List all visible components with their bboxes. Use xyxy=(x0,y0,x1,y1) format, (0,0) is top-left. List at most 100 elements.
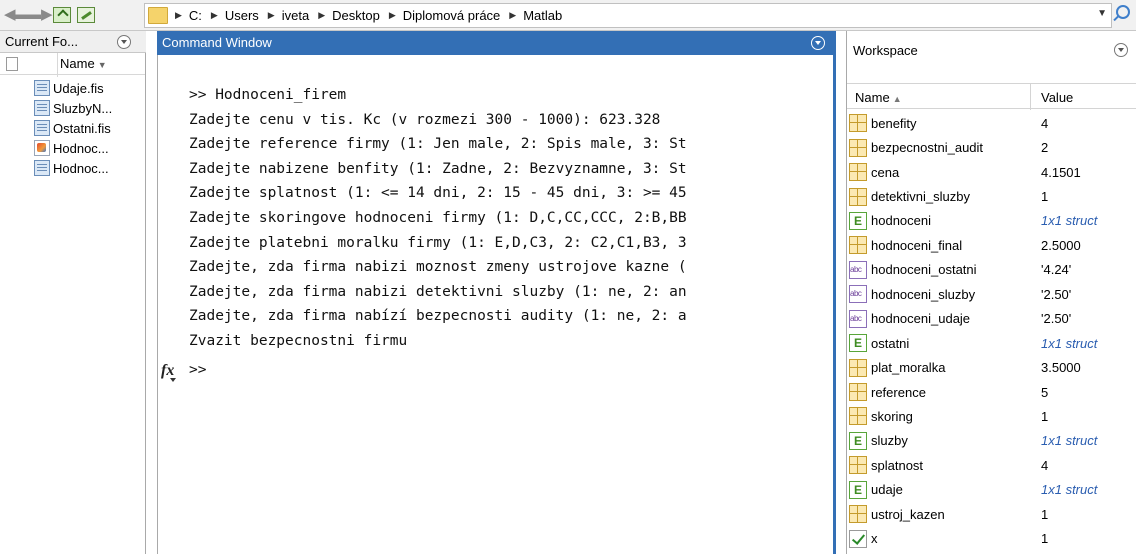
variable-name: detektivni_sluzby xyxy=(871,189,970,205)
variable-row[interactable]: udaje 1x1 struct xyxy=(847,478,1136,502)
value-column-header[interactable]: Value xyxy=(1041,90,1073,105)
file-item[interactable]: SluzbyN... xyxy=(34,98,146,118)
variable-value: 4.1501 xyxy=(1041,164,1081,180)
char-variable-icon xyxy=(849,309,867,328)
variable-value: 4 xyxy=(1041,457,1049,473)
command-output-line: Zadejte reference firmy (1: Jen male, 2:… xyxy=(189,136,687,153)
numeric-variable-icon xyxy=(849,407,867,426)
variable-name: reference xyxy=(871,384,926,400)
name-column-header[interactable]: Name ▼ xyxy=(60,56,107,71)
variable-row[interactable]: sluzby 1x1 struct xyxy=(847,429,1136,453)
command-output-line: Zadejte nabizene benfity (1: Zadne, 2: B… xyxy=(189,160,687,177)
variable-value: 1 xyxy=(1041,531,1049,547)
breadcrumb-item[interactable]: Diplomová práce xyxy=(403,8,501,23)
file-name: Udaje.fis xyxy=(53,80,104,96)
variable-value: 2.5000 xyxy=(1041,237,1081,253)
breadcrumb-item[interactable]: Desktop xyxy=(332,8,380,23)
char-variable-icon xyxy=(849,285,867,304)
variable-row[interactable]: bezpecnostni_audit 2 xyxy=(847,135,1136,159)
breadcrumb-item[interactable]: Matlab xyxy=(523,8,562,23)
file-item[interactable]: Udaje.fis xyxy=(34,78,146,98)
variable-value: 1x1 struct xyxy=(1041,482,1098,498)
variable-row[interactable]: reference 5 xyxy=(847,380,1136,404)
command-output-line: Zvazit bezpecnostni firmu xyxy=(189,332,408,349)
function-browser-icon[interactable]: fx xyxy=(161,362,177,382)
variable-row[interactable]: detektivni_sluzby 1 xyxy=(847,184,1136,208)
command-output-line: Zadejte, zda firma nabizi detektivni slu… xyxy=(189,283,687,300)
variable-row[interactable]: ustroj_kazen 1 xyxy=(847,502,1136,526)
panel-menu-icon[interactable] xyxy=(811,36,825,50)
breadcrumb-item[interactable]: Users xyxy=(225,8,259,23)
chevron-right-icon[interactable]: ▶ xyxy=(211,10,218,21)
variable-row[interactable]: hodnoceni 1x1 struct xyxy=(847,209,1136,233)
numeric-variable-icon xyxy=(849,358,867,377)
variable-row[interactable]: x1 xyxy=(847,526,1136,550)
variable-value: 3.5000 xyxy=(1041,360,1081,376)
up-folder-icon[interactable] xyxy=(53,7,71,23)
command-window-panel: Command Window >> Hodnoceni_firem Zadejte… xyxy=(147,31,836,554)
numeric-variable-icon xyxy=(849,138,867,157)
name-column-header[interactable]: Name ▲ xyxy=(855,90,902,105)
breadcrumb-item[interactable]: C: xyxy=(189,8,202,23)
address-bar[interactable]: ▶ C: ▶ Users ▶ iveta ▶ Desktop ▶ Diplomová práce ▶… xyxy=(144,3,1112,28)
variable-value: 1x1 struct xyxy=(1041,213,1098,229)
breadcrumb-item[interactable]: iveta xyxy=(282,8,309,23)
file-name: SluzbyN... xyxy=(53,100,113,116)
variable-name: udaje xyxy=(871,482,903,498)
variable-row[interactable]: skoring 1 xyxy=(847,404,1136,428)
variable-name: hodnoceni_udaje xyxy=(871,311,971,327)
file-icon xyxy=(34,160,50,176)
command-output-line: Zadejte cenu v tis. Kc (v rozmezi 300 - … xyxy=(189,111,661,128)
forward-arrow-icon[interactable]: ▬▶ xyxy=(26,7,53,23)
numeric-variable-icon xyxy=(849,187,867,206)
variable-name: sluzby xyxy=(871,433,908,449)
variable-name: hodnoceni xyxy=(871,213,931,229)
variable-value: 5 xyxy=(1041,384,1049,400)
variable-row[interactable]: ostatni 1x1 struct xyxy=(847,331,1136,355)
workspace-panel: Workspace Name ▲ Value benefity 4 bezpecnos… xyxy=(846,31,1136,554)
variable-value: 2 xyxy=(1041,140,1049,156)
search-icon[interactable] xyxy=(1116,5,1130,19)
variable-row[interactable]: splatnost 4 xyxy=(847,453,1136,477)
file-icon xyxy=(34,100,50,116)
panel-menu-icon[interactable] xyxy=(117,35,131,49)
sort-asc-icon: ▲ xyxy=(892,94,902,104)
workspace-title[interactable]: Workspace xyxy=(847,40,1136,62)
variable-row[interactable]: hodnoceni_sluzby '2.50' xyxy=(847,282,1136,306)
file-item[interactable]: Ostatni.fis xyxy=(34,118,146,138)
struct-variable-icon xyxy=(849,480,867,499)
variable-row[interactable]: hodnoceni_final 2.5000 xyxy=(847,233,1136,257)
file-name: Hodnoc... xyxy=(53,160,109,176)
workspace-table-header: Name ▲ Value xyxy=(847,83,1136,110)
chevron-down-icon[interactable]: ▼ xyxy=(1097,8,1107,19)
variable-value: '4.24' xyxy=(1041,262,1072,278)
chevron-right-icon[interactable]: ▶ xyxy=(509,10,516,21)
chevron-right-icon[interactable]: ▶ xyxy=(389,10,396,21)
variable-name: hodnoceni_sluzby xyxy=(871,286,976,302)
browse-folder-icon[interactable] xyxy=(77,7,95,23)
variable-row[interactable]: cena 4.1501 xyxy=(847,160,1136,184)
command-prompt[interactable]: >> xyxy=(189,362,206,378)
variable-name: skoring xyxy=(871,408,913,424)
variable-name: hodnoceni_final xyxy=(871,237,963,253)
command-window-title[interactable]: Command Window xyxy=(157,31,836,55)
numeric-variable-icon xyxy=(849,114,867,133)
chevron-right-icon[interactable]: ▶ xyxy=(268,10,275,21)
variable-row[interactable]: hodnoceni_ostatni '4.24' xyxy=(847,258,1136,282)
file-list-header: Name ▼ xyxy=(0,53,145,75)
current-folder-panel: Current Fo... Name ▼ Udaje.fis SluzbyN... O… xyxy=(0,31,146,554)
variable-name: bezpecnostni_audit xyxy=(871,140,984,156)
chevron-right-icon[interactable]: ▶ xyxy=(318,10,325,21)
variable-value: '2.50' xyxy=(1041,286,1072,302)
file-name: Ostatni.fis xyxy=(53,120,111,136)
panel-menu-icon[interactable] xyxy=(1114,43,1128,57)
chevron-right-icon[interactable]: ▶ xyxy=(175,10,182,21)
variable-row[interactable]: benefity 4 xyxy=(847,111,1136,135)
variable-row[interactable]: plat_moralka 3.5000 xyxy=(847,355,1136,379)
file-item[interactable]: Hodnoc... xyxy=(34,158,146,178)
folder-icon xyxy=(148,7,168,24)
file-item[interactable]: Hodnoc... xyxy=(34,138,146,158)
variable-row[interactable]: hodnoceni_udaje '2.50' xyxy=(847,307,1136,331)
command-output[interactable]: >> Hodnoceni_firem Zadejte cenu v tis. Kc… xyxy=(189,83,829,354)
numeric-variable-icon xyxy=(849,163,867,182)
